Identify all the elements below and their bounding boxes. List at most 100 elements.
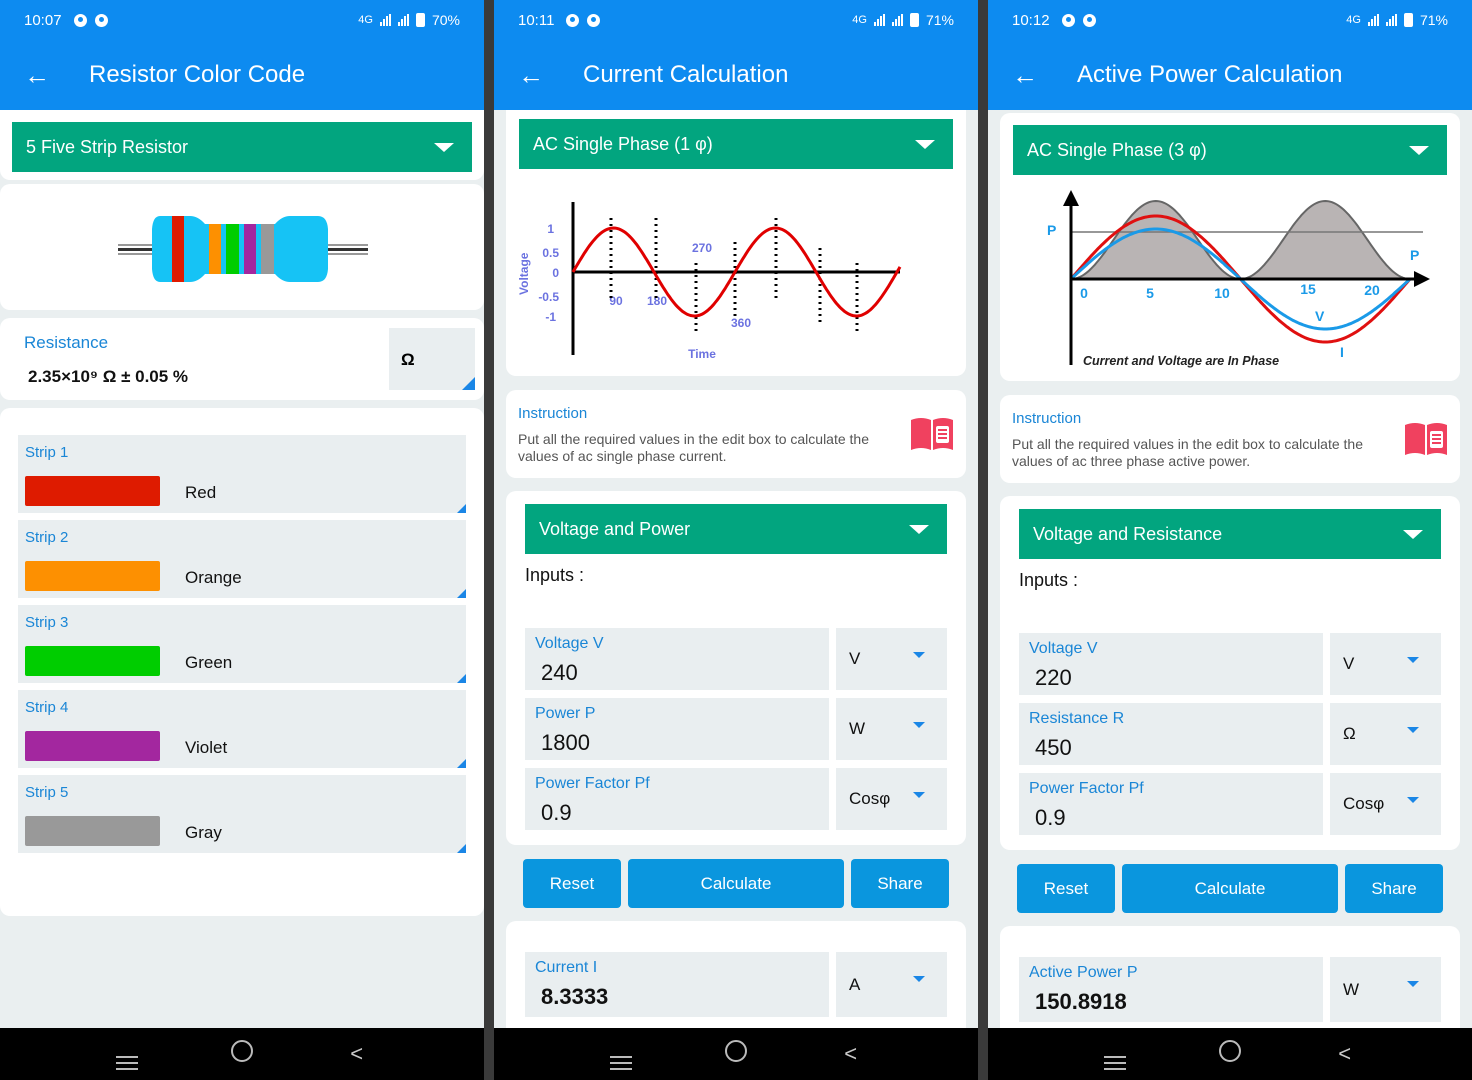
back-button[interactable]: < bbox=[337, 1041, 377, 1067]
dropdown-corner-icon bbox=[462, 377, 475, 390]
resistor-type-dropdown[interactable]: 5 Five Strip Resistor bbox=[12, 122, 472, 172]
system-nav-bar: < bbox=[988, 1028, 1472, 1080]
phase-dropdown[interactable]: AC Single Phase (3 φ) bbox=[1013, 125, 1447, 175]
power-unit-select[interactable]: W bbox=[836, 698, 947, 760]
chevron-left-icon: < bbox=[350, 1041, 364, 1066]
book-icon[interactable] bbox=[909, 416, 955, 452]
strip-color-name: Gray bbox=[185, 823, 222, 842]
caret-down-icon bbox=[1407, 981, 1419, 987]
mode-dropdown[interactable]: Voltage and Power bbox=[525, 504, 947, 554]
result-value: 8.3333 bbox=[541, 984, 609, 1009]
voltage-unit-select[interactable]: V bbox=[836, 628, 947, 690]
xtick-label: 20 bbox=[1364, 282, 1380, 298]
recent-apps-button[interactable] bbox=[107, 1038, 147, 1070]
strip-select[interactable]: Strip 3 Green bbox=[18, 605, 466, 683]
caret-down-icon bbox=[913, 976, 925, 982]
resistance-unit-select[interactable]: Ω bbox=[1330, 703, 1441, 765]
network-type: 4G bbox=[1346, 14, 1361, 26]
power-wave-diagram: P P 0 5 10 15 20 V I Current and Voltage… bbox=[1047, 190, 1430, 368]
power-factor-unit-select[interactable]: Cosφ bbox=[836, 768, 947, 830]
recent-apps-button[interactable] bbox=[601, 1038, 641, 1070]
ytick-label: 0 bbox=[552, 266, 559, 280]
back-button[interactable]: < bbox=[1325, 1041, 1365, 1067]
calculate-button[interactable]: Calculate bbox=[1122, 864, 1338, 913]
book-icon[interactable] bbox=[1403, 421, 1449, 457]
status-bar: 10:07 4G 70% bbox=[0, 0, 484, 40]
share-button[interactable]: Share bbox=[1345, 864, 1443, 913]
strip-color-swatch bbox=[25, 731, 160, 761]
menu-icon bbox=[1104, 1056, 1127, 1070]
arrow-left-icon[interactable]: ← bbox=[518, 62, 544, 88]
strip-select[interactable]: Strip 2 Orange bbox=[18, 520, 466, 598]
power-factor-unit-select[interactable]: Cosφ bbox=[1330, 773, 1441, 835]
ytick-label: 1 bbox=[547, 222, 554, 236]
circle-icon bbox=[724, 1040, 747, 1062]
strip-select[interactable]: Strip 5 Gray bbox=[18, 775, 466, 853]
active-power-unit-select[interactable]: W bbox=[1330, 957, 1441, 1022]
back-button[interactable]: < bbox=[831, 1041, 871, 1067]
home-button[interactable] bbox=[716, 1040, 756, 1068]
chevron-down-icon bbox=[915, 140, 935, 149]
dropdown-corner-icon bbox=[457, 674, 466, 683]
dropdown-corner-icon bbox=[457, 759, 466, 768]
current-result-field: Current I 8.3333 bbox=[525, 952, 829, 1017]
resistance-unit: Ω bbox=[401, 350, 415, 369]
home-button[interactable] bbox=[222, 1040, 262, 1068]
field-value: 1800 bbox=[541, 730, 590, 755]
reset-button[interactable]: Reset bbox=[523, 859, 621, 908]
field-value: 220 bbox=[1035, 665, 1072, 690]
ytick-label: -0.5 bbox=[538, 290, 559, 304]
strip-select[interactable]: Strip 1 Red bbox=[18, 435, 466, 513]
field-value: 0.9 bbox=[1035, 805, 1066, 830]
arrow-left-icon[interactable]: ← bbox=[24, 62, 50, 88]
xtick-label: 0 bbox=[1080, 285, 1088, 301]
band-2 bbox=[209, 224, 221, 274]
phase-dropdown[interactable]: AC Single Phase (1 φ) bbox=[519, 119, 953, 169]
notification-icon bbox=[73, 13, 87, 27]
resistance-input[interactable]: Resistance R 450 bbox=[1019, 703, 1323, 765]
strip-color-swatch bbox=[25, 816, 160, 846]
voltage-unit-select[interactable]: V bbox=[1330, 633, 1441, 695]
circle-icon bbox=[230, 1040, 253, 1062]
calculate-button[interactable]: Calculate bbox=[628, 859, 844, 908]
instruction-title: Instruction bbox=[518, 405, 588, 422]
chevron-left-icon: < bbox=[1338, 1041, 1352, 1066]
notification-icon bbox=[566, 13, 580, 27]
strip-color-swatch bbox=[25, 476, 160, 506]
menu-icon bbox=[610, 1056, 633, 1070]
system-nav-bar: < bbox=[0, 1028, 484, 1080]
field-value: 450 bbox=[1035, 735, 1072, 760]
power-factor-input[interactable]: Power Factor Pf 0.9 bbox=[525, 768, 829, 830]
mode-label: Voltage and Power bbox=[539, 518, 691, 539]
resistor-illustration bbox=[118, 216, 368, 282]
status-time: 10:11 bbox=[518, 11, 555, 29]
xtick-label: 360 bbox=[731, 316, 751, 330]
chevron-down-icon bbox=[434, 143, 454, 152]
resistance-unit-select[interactable]: Ω bbox=[389, 328, 475, 390]
dropdown-corner-icon bbox=[457, 844, 466, 853]
share-button[interactable]: Share bbox=[851, 859, 949, 908]
power-input[interactable]: Power P 1800 bbox=[525, 698, 829, 760]
strip-select[interactable]: Strip 4 Violet bbox=[18, 690, 466, 768]
power-factor-input[interactable]: Power Factor Pf 0.9 bbox=[1019, 773, 1323, 835]
voltage-input[interactable]: Voltage V 220 bbox=[1019, 633, 1323, 695]
resistance-card: Resistance 2.35×10⁹ Ω ± 0.05 % Ω bbox=[0, 318, 484, 400]
band-1 bbox=[172, 216, 184, 282]
home-button[interactable] bbox=[1210, 1040, 1250, 1068]
x-axis-label: Time bbox=[688, 347, 716, 361]
reset-button[interactable]: Reset bbox=[1017, 864, 1115, 913]
voltage-input[interactable]: Voltage V 240 bbox=[525, 628, 829, 690]
field-label: Active Power P bbox=[1029, 964, 1138, 981]
network-type: 4G bbox=[358, 14, 373, 26]
mode-dropdown[interactable]: Voltage and Resistance bbox=[1019, 509, 1441, 559]
current-unit-select[interactable]: A bbox=[836, 952, 947, 1017]
instruction-card: Instruction Put all the required values … bbox=[1000, 395, 1460, 483]
signal-icon bbox=[873, 14, 885, 26]
recent-apps-button[interactable] bbox=[1095, 1038, 1135, 1070]
battery-percent: 70% bbox=[431, 12, 460, 28]
battery-percent: 71% bbox=[925, 12, 954, 28]
strip-label: Strip 1 bbox=[25, 444, 69, 461]
arrow-left-icon[interactable]: ← bbox=[1012, 62, 1038, 88]
resistor-image-card bbox=[0, 184, 484, 310]
battery-icon bbox=[1403, 13, 1413, 27]
